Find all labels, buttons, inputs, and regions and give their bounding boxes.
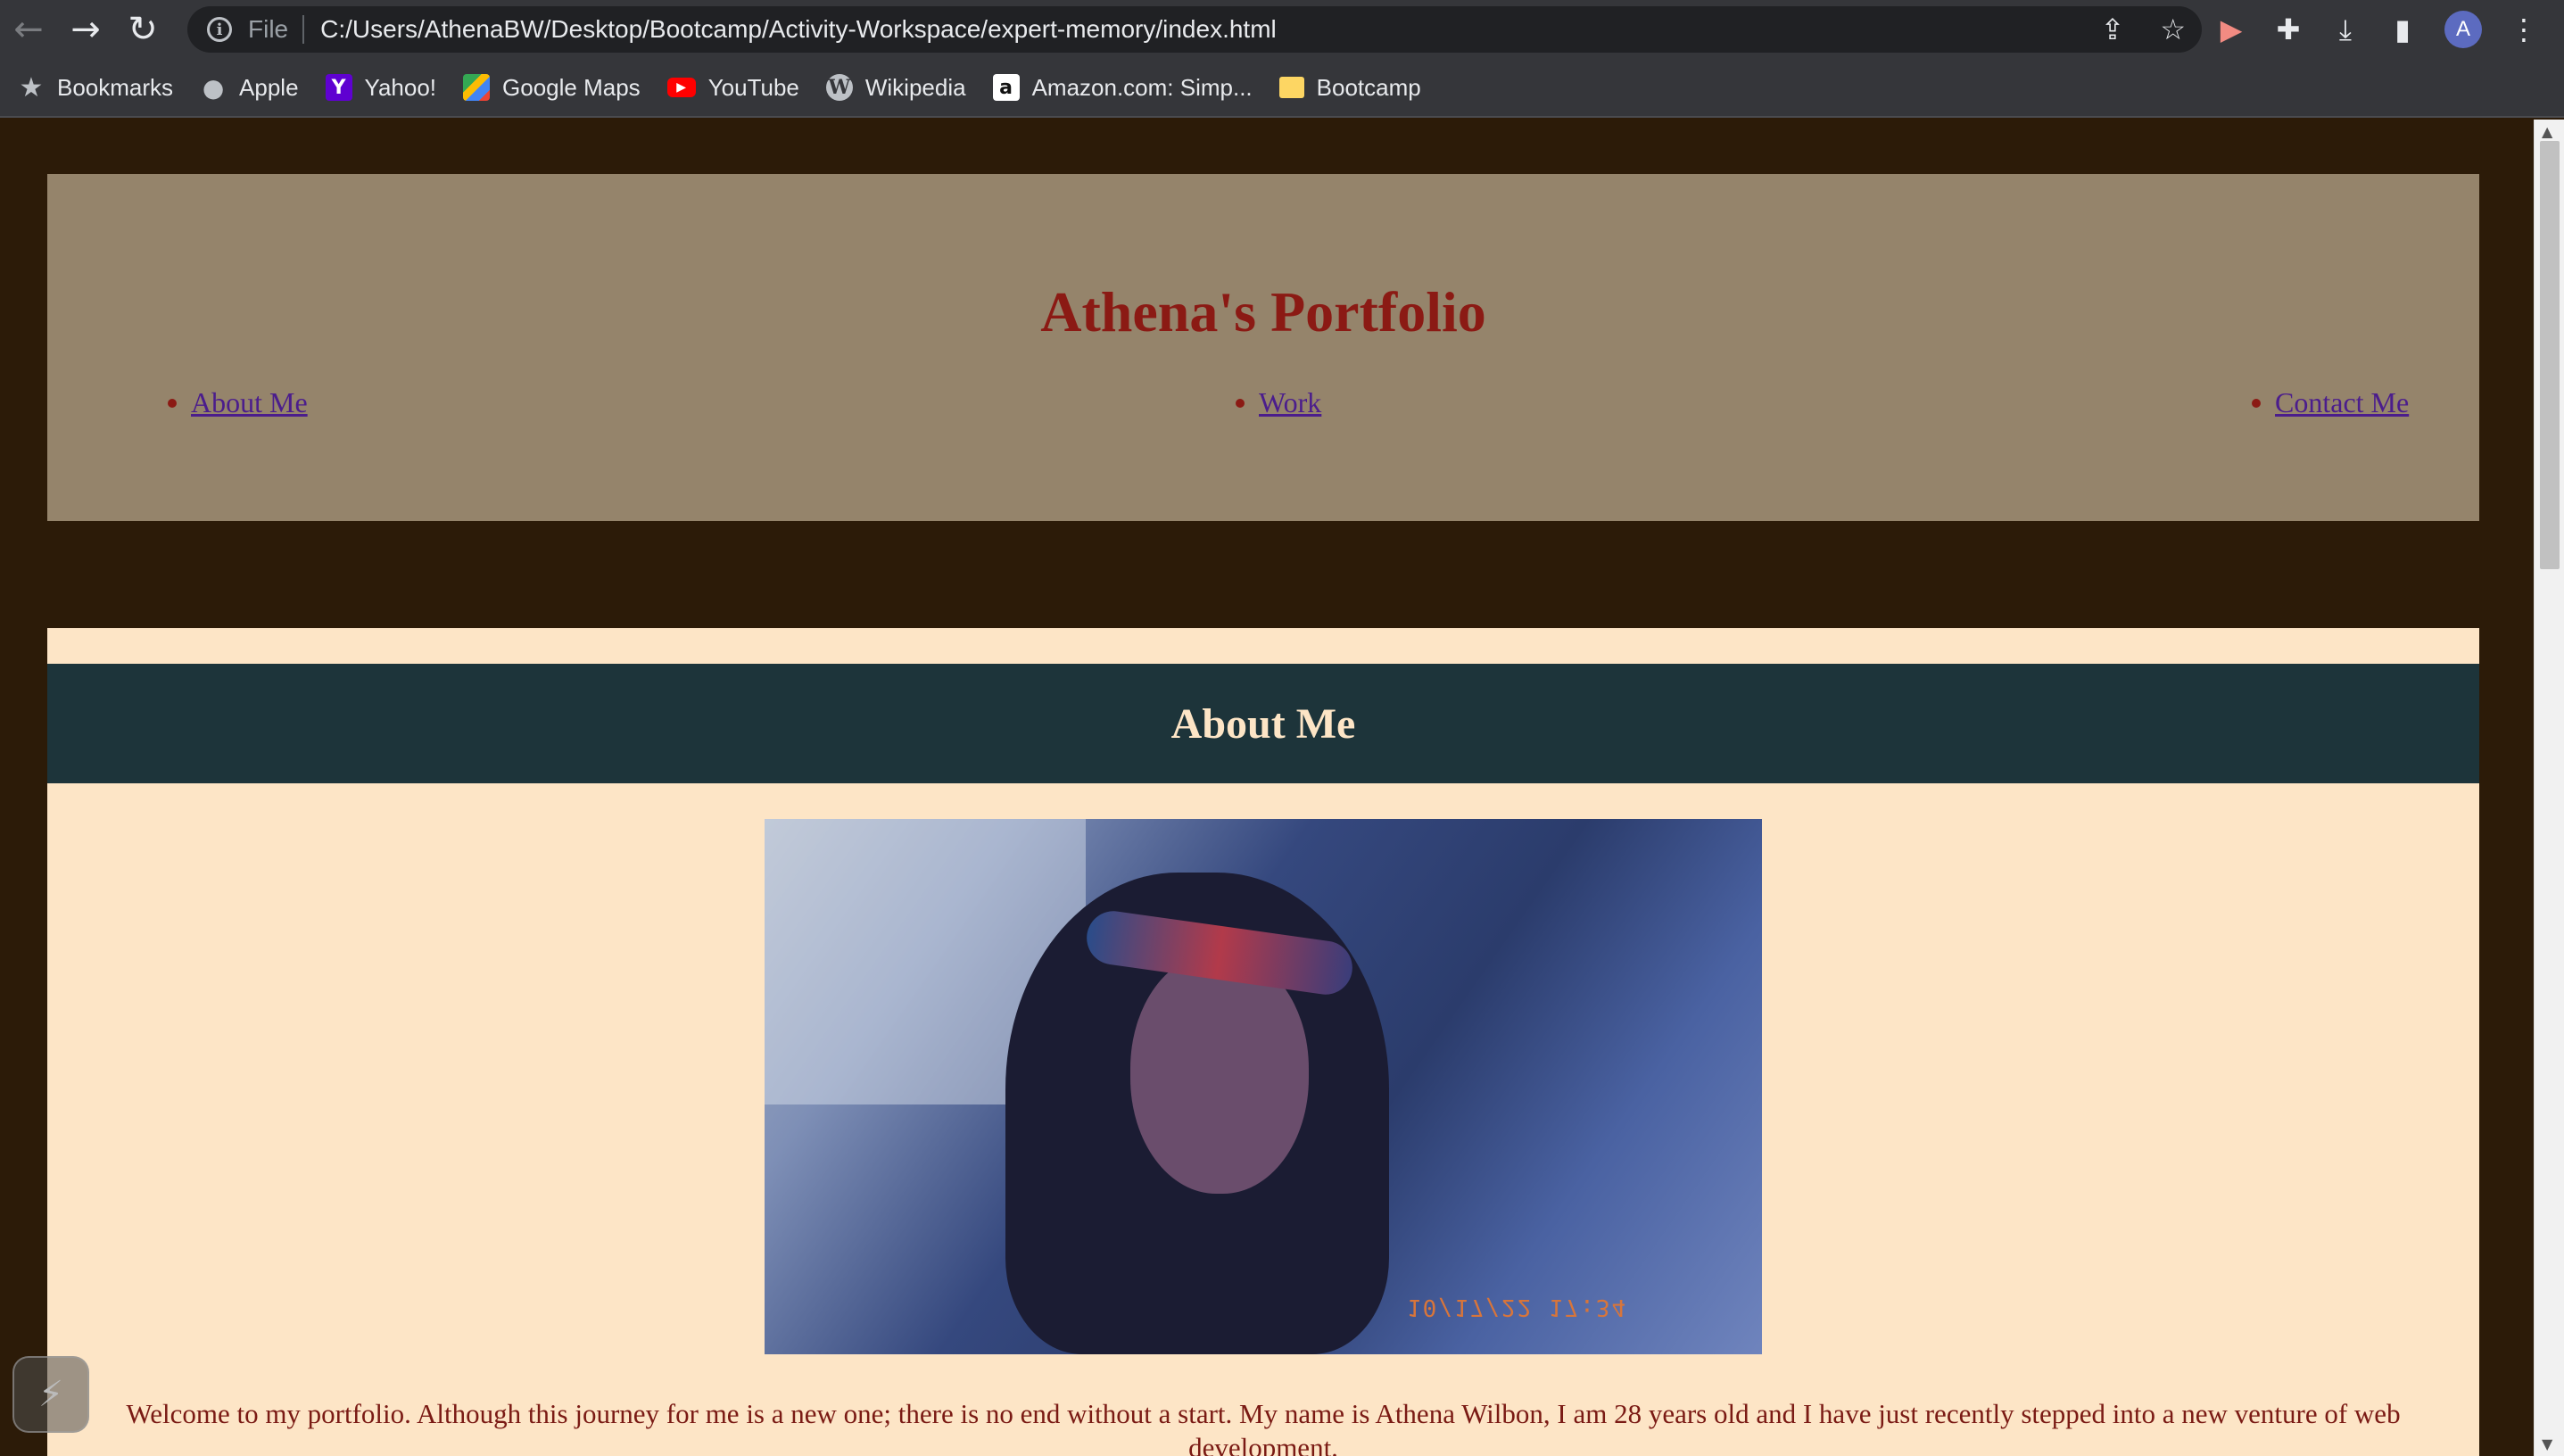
info-icon[interactable]: i [207,17,232,42]
bookmark-label: Wikipedia [864,73,966,101]
nav-link-work[interactable]: Work [1259,386,1321,419]
apple-icon: ● [202,72,225,103]
star-icon[interactable]: ☆ [2160,12,2186,46]
puzzle-icon[interactable]: ✚ [2273,12,2303,46]
bookmark-label: Bootcamp [1316,73,1421,101]
nav-link-contact[interactable]: Contact Me [2275,386,2409,419]
browser-toolbar: ← → ↻ i File C:/Users/AthenaBW/Desktop/B… [0,0,2564,59]
bookmark-apple[interactable]: ● Apple [200,72,299,103]
bookmark-label: Yahoo! [364,73,437,101]
back-arrow-icon[interactable]: ← [0,0,57,59]
bookmark-label: Amazon.com: Simp... [1031,73,1253,101]
bookmark-youtube[interactable]: ▶ YouTube [666,73,799,102]
site-title: Athena's Portfolio [1040,280,1486,343]
bookmark-bootcamp[interactable]: Bootcamp [1278,73,1421,102]
address-bar[interactable]: i File C:/Users/AthenaBW/Desktop/Bootcam… [187,6,2202,53]
yahoo-icon: Y [325,74,352,101]
star-icon: ★ [19,71,44,103]
profile-avatar[interactable]: A [2444,11,2482,48]
forward-arrow-icon[interactable]: → [57,0,114,59]
profile-photo: 10/17/22 17:34 [765,819,1762,1354]
photo-date-stamp: 10/17/22 17:34 [1407,1294,1628,1320]
bookmark-label: Apple [239,73,299,101]
extension-icon[interactable]: ▶ [2216,12,2246,46]
nav-link-about[interactable]: About Me [191,386,308,419]
bullet-icon [1236,398,1245,408]
folder-icon [1278,77,1304,98]
file-label: File [248,15,289,43]
bookmark-label: Bookmarks [57,73,174,101]
bookmark-bookmarks[interactable]: ★ Bookmarks [18,71,174,103]
bookmark-label: Google Maps [502,73,641,101]
scroll-down-icon[interactable]: ▼ [2542,1435,2552,1452]
youtube-icon: ▶ [666,78,696,97]
bookmark-amazon[interactable]: a Amazon.com: Simp... [992,73,1253,102]
share-icon[interactable]: ⇪ [2101,12,2125,46]
menu-icon[interactable]: ⋮ [2509,12,2539,46]
photo-face [1130,953,1309,1194]
url-text[interactable]: C:/Users/AthenaBW/Desktop/Bootcamp/Activ… [320,15,1277,44]
scroll-thumb[interactable] [2540,141,2560,569]
bookmark-label: YouTube [707,73,799,101]
amazon-icon: a [992,74,1020,101]
about-heading: About Me [1170,699,1356,748]
bullet-icon [2252,398,2261,408]
about-heading-bar: About Me [47,664,2479,783]
about-text: Welcome to my portfolio. Although this j… [126,1398,2401,1456]
wikipedia-icon: W [825,74,853,101]
bookmark-google-maps[interactable]: Google Maps [463,74,641,102]
reload-icon[interactable]: ↻ [114,0,171,59]
bookmarks-bar: ★ Bookmarks ● Apple Y Yahoo! Google Maps… [0,59,2564,118]
side-panel-icon[interactable]: ▮ [2387,12,2418,46]
download-icon[interactable]: ⤓ [2330,12,2361,47]
floating-extension-icon[interactable]: ⚡ [12,1356,89,1433]
page-scrollbar[interactable]: ▲ ▼ [2534,120,2564,1456]
bookmark-yahoo[interactable]: Y Yahoo! [325,73,437,102]
about-section: About Me 10/17/22 17:34 Welcome to my po… [47,628,2479,1456]
address-separator [302,15,305,44]
page-viewport: Athena's Portfolio About Me Work Contact… [0,120,2534,1456]
nav-item-work: Work [1236,386,1321,419]
site-header: Athena's Portfolio About Me Work Contact… [47,174,2479,521]
nav-item-about: About Me [168,386,308,419]
scroll-up-icon[interactable]: ▲ [2542,123,2552,140]
bullet-icon [168,398,177,408]
bookmark-wikipedia[interactable]: W Wikipedia [825,73,966,102]
nav-item-contact: Contact Me [2252,386,2409,419]
google-maps-icon [463,74,491,101]
